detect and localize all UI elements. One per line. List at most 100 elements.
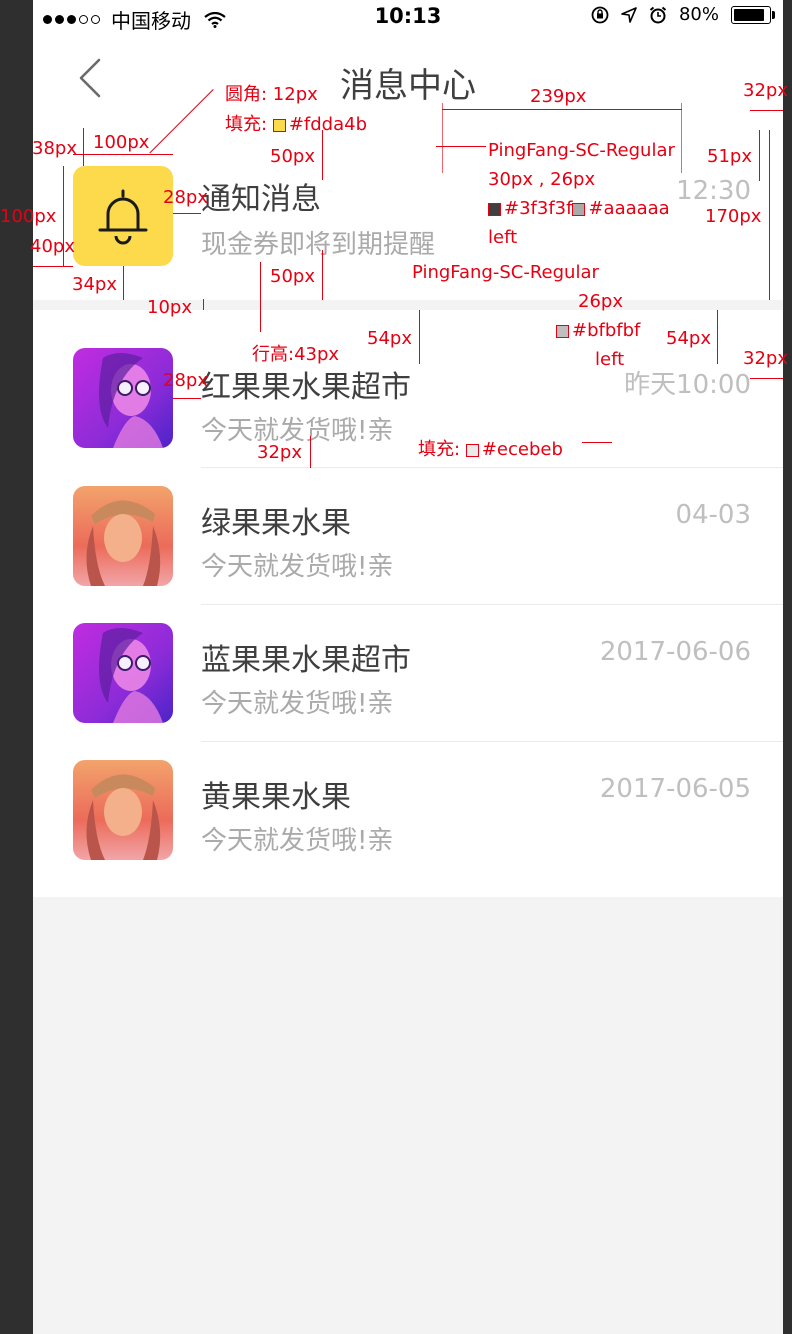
annotation-line xyxy=(33,266,73,267)
annotation-height-170: 170px xyxy=(705,206,762,227)
annotation-color-time: #bfbfbf xyxy=(556,320,640,341)
annotation-width-32: 32px xyxy=(743,80,788,101)
annotation-height-50: 50px xyxy=(270,146,315,167)
battery-percent: 80% xyxy=(678,4,719,25)
bell-icon xyxy=(98,189,148,245)
annotation-height-50b: 50px xyxy=(270,266,315,287)
annotation-line xyxy=(750,378,783,379)
avatar-image xyxy=(73,760,173,860)
annotation-width-32b: 32px xyxy=(743,348,788,369)
message-preview: 今天就发货哦!亲 xyxy=(201,552,394,582)
annotation-line xyxy=(173,398,201,399)
annotation-leader xyxy=(260,262,261,332)
message-preview: 今天就发货哦!亲 xyxy=(201,689,394,719)
annotation-color-sub: #aaaaaa xyxy=(588,198,670,219)
avatar xyxy=(73,348,173,448)
annotation-font-1: PingFang-SC-Regular xyxy=(488,140,675,161)
avatar-image xyxy=(73,486,173,586)
annotation-fill: 填充: #fdda4b xyxy=(225,110,367,136)
annotation-color-title: #3f3f3f xyxy=(504,198,573,219)
annotation-line xyxy=(322,250,323,300)
annotation-line xyxy=(322,130,323,180)
annotation-separator-fill: 填充: #ecebeb xyxy=(418,435,563,461)
annotation-width-239: 239px xyxy=(530,86,587,107)
annotation-fill-color: #fdda4b xyxy=(288,114,367,135)
annotation-height-10: 10px xyxy=(147,297,192,318)
message-row[interactable]: 绿果果水果 今天就发货哦!亲 04-03 xyxy=(33,468,783,605)
annotation-line xyxy=(203,299,204,310)
avatar-image xyxy=(73,348,173,448)
color-swatch xyxy=(572,202,586,216)
annotation-width-40: 40px xyxy=(30,236,75,257)
battery-icon xyxy=(731,5,775,24)
annotation-color-3: #bfbfbf xyxy=(572,320,641,341)
annotation-height-38: 38px xyxy=(32,138,77,159)
annotation-height-51: 51px xyxy=(707,146,752,167)
message-name: 黄果果水果 xyxy=(201,780,351,815)
annotation-font-2: PingFang-SC-Regular xyxy=(412,262,599,283)
color-swatch xyxy=(272,118,286,132)
annotation-line xyxy=(769,130,770,300)
message-time: 昨天10:00 xyxy=(624,370,751,400)
message-row[interactable]: 蓝果果水果超市 今天就发货哦!亲 2017-06-06 xyxy=(33,605,783,742)
color-swatch xyxy=(488,202,501,216)
annotation-align-2: left xyxy=(595,349,625,370)
annotation-line xyxy=(310,436,311,468)
annotation-height-34: 34px xyxy=(72,274,117,295)
annotation-line xyxy=(442,109,682,110)
alarm-icon xyxy=(649,6,667,23)
annotation-sep-fill-label: 填充: xyxy=(418,439,461,460)
message-name: 红果果水果超市 xyxy=(201,370,411,405)
annotation-line xyxy=(681,103,682,173)
avatar-image xyxy=(73,623,173,723)
annotation-width-100: 100px xyxy=(93,132,150,153)
annotation-height-54a: 54px xyxy=(367,328,412,349)
annotation-width-28: 28px xyxy=(163,187,208,208)
message-name: 蓝果果水果超市 xyxy=(201,643,411,678)
message-preview: 今天就发货哦!亲 xyxy=(201,826,394,856)
annotation-line xyxy=(73,154,173,155)
annotation-colors-1: #3f3f3f #aaaaaa xyxy=(488,198,670,219)
annotation-height-54b: 54px xyxy=(666,328,711,349)
message-time: 2017-06-06 xyxy=(599,637,751,667)
avatar xyxy=(73,486,173,586)
nav-bar: 消息中心 xyxy=(33,34,783,130)
annotation-align-1: left xyxy=(488,227,518,248)
color-swatch xyxy=(556,324,569,338)
annotation-height-100: 100px xyxy=(0,206,57,227)
notice-icon-box xyxy=(73,166,173,266)
message-time: 2017-06-05 xyxy=(599,774,751,804)
rotation-lock-icon xyxy=(591,6,609,23)
annotation-line xyxy=(750,110,783,111)
annotation-font-size-1: 30px , 26px xyxy=(488,169,596,190)
avatar xyxy=(73,760,173,860)
message-name: 绿果果水果 xyxy=(201,506,351,541)
color-swatch xyxy=(465,443,479,457)
annotation-line xyxy=(173,213,201,214)
annotation-sep-color: #ecebeb xyxy=(481,439,563,460)
message-row[interactable]: 黄果果水果 今天就发货哦!亲 2017-06-05 xyxy=(33,742,783,897)
avatar xyxy=(73,623,173,723)
annotation-line-height: 行高:43px xyxy=(252,344,340,365)
annotation-height-32: 32px xyxy=(257,442,302,463)
annotation-line xyxy=(759,130,760,181)
annotation-line xyxy=(717,310,718,364)
notice-time: 12:30 xyxy=(676,176,751,206)
annotation-line xyxy=(419,310,420,364)
annotation-fill-label: 填充: xyxy=(225,114,268,135)
phone-screen: 中国移动 10:13 80% 消息中心 通知消息 现金券即将到期提醒 12:30… xyxy=(33,0,783,1334)
location-icon xyxy=(621,6,637,23)
annotation-leader xyxy=(436,146,486,147)
status-right: 80% xyxy=(591,4,775,25)
notice-subtitle: 现金券即将到期提醒 xyxy=(201,230,436,260)
page-title: 消息中心 xyxy=(340,66,476,106)
status-bar: 中国移动 10:13 80% xyxy=(33,0,783,34)
message-time: 04-03 xyxy=(675,500,751,530)
annotation-line xyxy=(123,266,124,300)
notice-title: 通知消息 xyxy=(201,182,321,217)
annotation-leader xyxy=(582,442,612,443)
message-list: 红果果水果超市 今天就发货哦!亲 昨天10:00 绿果果水果 今天就发货哦!亲 … xyxy=(33,310,783,897)
annotation-font-size-2: 26px xyxy=(578,291,623,312)
annotation-width-28b: 28px xyxy=(163,370,208,391)
annotation-radius: 圆角: 12px xyxy=(225,84,318,105)
